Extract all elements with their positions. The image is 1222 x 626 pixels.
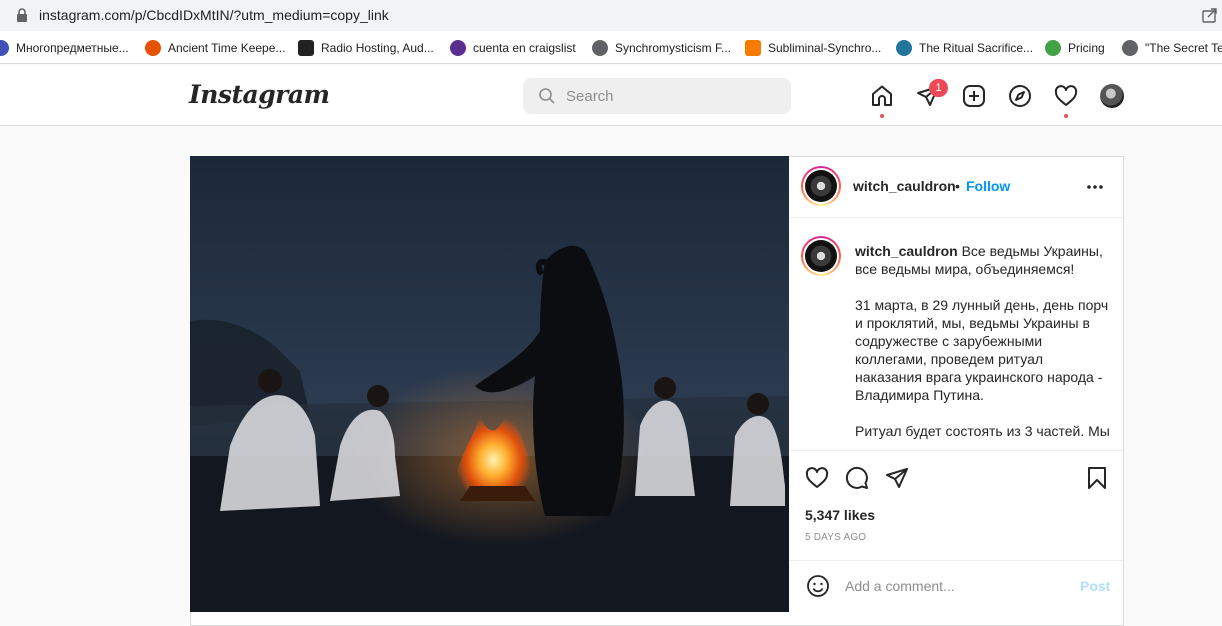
bookmarks-bar: Многопредметные... Ancient Time Keepe... R…	[0, 31, 1222, 64]
home-indicator-dot	[880, 114, 884, 118]
bookmark-item[interactable]: Ancient Time Keepe...	[145, 39, 285, 56]
explore-icon[interactable]	[1008, 84, 1032, 108]
caption-username[interactable]: witch_cauldron	[855, 243, 958, 259]
pyramid-icon	[145, 39, 161, 56]
likes-count[interactable]: 5,347 likes	[805, 507, 875, 523]
bookmark-label: Subliminal-Synchro...	[768, 40, 882, 55]
blogger-icon	[745, 39, 761, 56]
search-placeholder: Search	[566, 88, 614, 105]
post-actions-divider	[789, 450, 1123, 451]
bookmark-label: cuenta en craigslist	[473, 40, 576, 55]
post-caption: witch_cauldron Все ведьмы Украины, все в…	[855, 242, 1110, 449]
caption-paragraph-3: Ритуал будет состоять из 3 частей. Мы	[855, 423, 1110, 439]
save-bookmark-icon[interactable]	[1085, 466, 1109, 490]
search-input[interactable]: Search	[523, 78, 791, 114]
bookmark-label: Многопредметные...	[16, 40, 129, 55]
comment-input[interactable]: Add a comment...	[845, 578, 955, 594]
bookmark-item[interactable]: The Ritual Sacrifice...	[896, 39, 1033, 56]
circle-icon	[1045, 39, 1061, 56]
comment-row	[789, 560, 1123, 612]
star-icon	[0, 39, 9, 56]
emoji-icon[interactable]	[806, 574, 830, 598]
lock-icon	[17, 8, 27, 22]
share-icon[interactable]	[1202, 7, 1218, 23]
like-heart-icon[interactable]	[805, 466, 829, 490]
comment-icon[interactable]	[845, 466, 869, 490]
bookmark-label: Radio Hosting, Aud...	[321, 40, 434, 55]
caption-author-avatar[interactable]	[801, 236, 841, 276]
search-icon	[539, 88, 555, 104]
new-post-icon[interactable]	[962, 84, 986, 108]
bookmark-item[interactable]: cuenta en craigslist	[450, 39, 576, 56]
post-comment-button[interactable]: Post	[1080, 578, 1110, 594]
bookmark-item[interactable]: Subliminal-Synchro...	[745, 39, 881, 56]
bookmark-label: The Ritual Sacrifice...	[919, 40, 1034, 55]
bookmark-label: Ancient Time Keepe...	[168, 40, 286, 55]
instagram-logo[interactable]: Instagram	[189, 80, 330, 109]
bookmark-label: Pricing	[1068, 40, 1105, 55]
bookmark-label: Synchromysticism F...	[615, 40, 732, 55]
post-timestamp: 5 DAYS AGO	[805, 532, 867, 543]
r-logo-icon	[298, 39, 314, 56]
bookmark-item[interactable]: Radio Hosting, Aud...	[298, 39, 434, 56]
home-icon[interactable]	[870, 84, 894, 108]
share-post-icon[interactable]	[885, 466, 909, 490]
bookmark-item[interactable]: "The Secret Tea	[1122, 39, 1222, 56]
wordpress-icon	[896, 39, 912, 56]
url-text[interactable]: instagram.com/p/CbcdIDxMtIN/?utm_medium=…	[39, 7, 389, 23]
activity-indicator-dot	[1064, 114, 1068, 118]
follow-button[interactable]: Follow	[966, 178, 1010, 194]
peace-icon	[450, 39, 466, 56]
notification-badge: 1	[929, 79, 948, 97]
bookmark-item[interactable]: Pricing	[1045, 39, 1105, 56]
browser-url-bar[interactable]: instagram.com/p/CbcdIDxMtIN/?utm_medium=…	[0, 0, 1222, 31]
bookmark-label: "The Secret Tea	[1145, 40, 1222, 55]
bookmark-item[interactable]: Synchromysticism F...	[592, 39, 731, 56]
author-avatar[interactable]	[801, 166, 841, 206]
more-options-icon[interactable]	[1086, 184, 1104, 190]
caption-paragraph-2: 31 марта, в 29 лунный день, день порч и …	[855, 297, 1109, 403]
globe-icon	[592, 39, 608, 56]
separator-dot: •	[955, 178, 960, 194]
author-username[interactable]: witch_cauldron	[853, 178, 956, 194]
activity-heart-icon[interactable]	[1054, 84, 1078, 108]
post-photo[interactable]	[190, 156, 789, 612]
globe-icon	[1122, 39, 1138, 56]
profile-avatar[interactable]	[1100, 84, 1124, 108]
bookmark-item[interactable]: Многопредметные...	[0, 39, 129, 56]
